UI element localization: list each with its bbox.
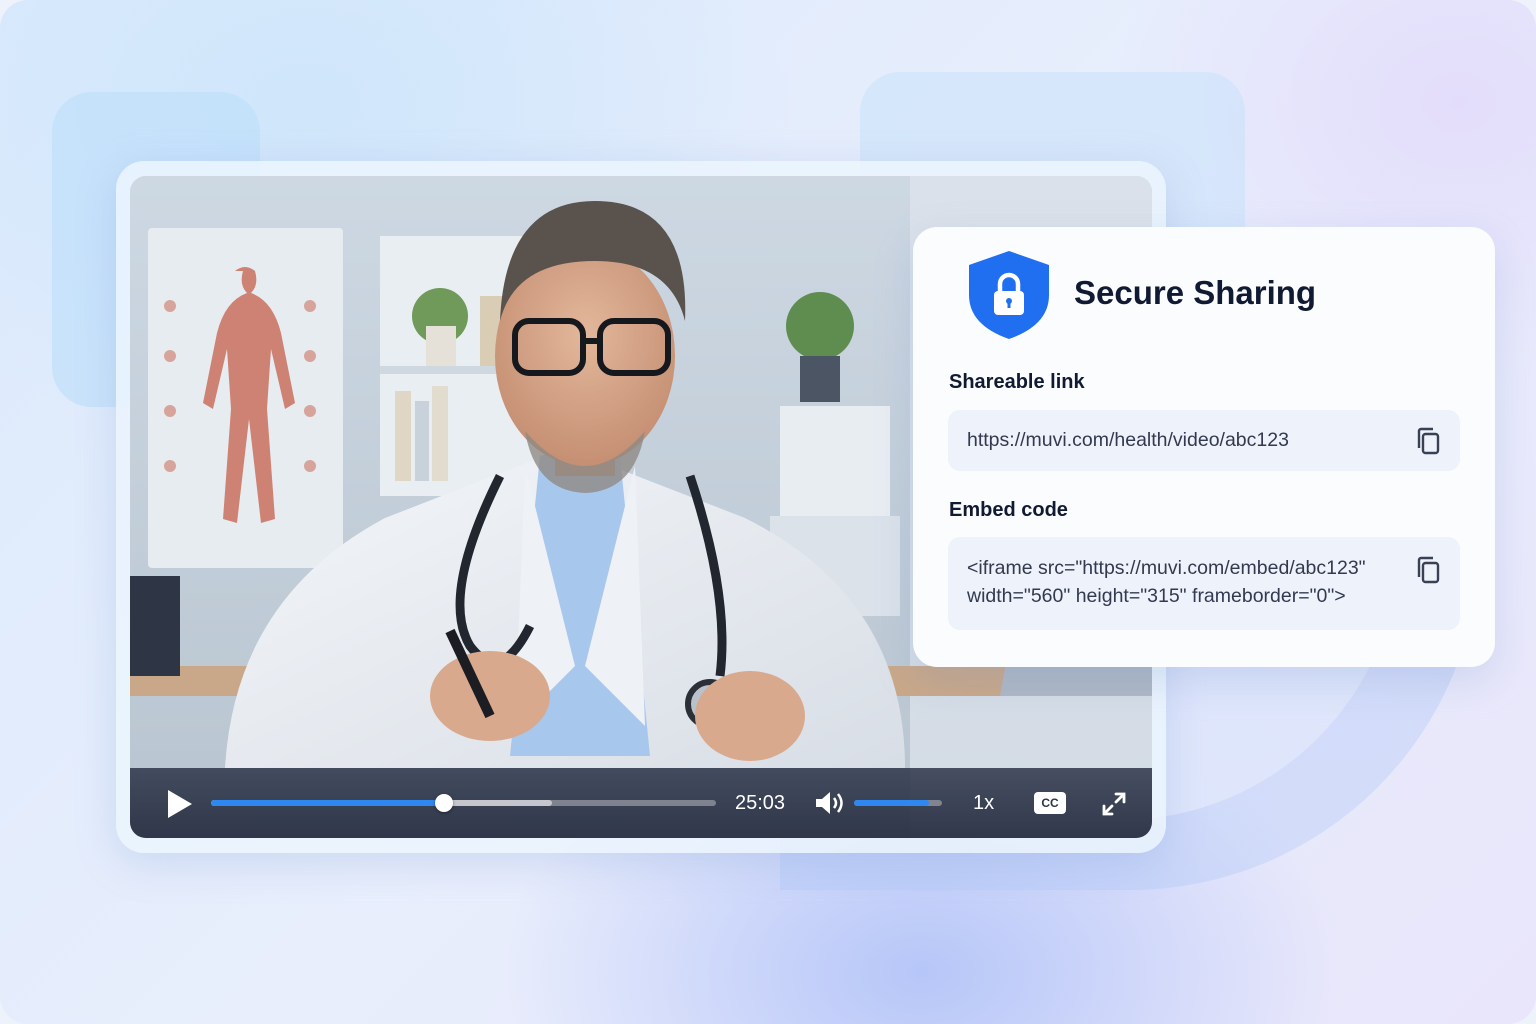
card-title: Secure Sharing	[1074, 274, 1317, 311]
volume-slider[interactable]	[854, 800, 942, 806]
captions-button[interactable]: CC	[1034, 792, 1066, 814]
secure-sharing-card: Secure Sharing Shareable link https://mu…	[913, 227, 1495, 667]
progress-played	[211, 800, 445, 806]
player-controls: 25:03 1x CC	[130, 768, 1152, 838]
shareable-link-value[interactable]: https://muvi.com/health/video/abc123	[967, 426, 1289, 454]
embed-code-line[interactable]: width="560" height="315" frameborder="0"…	[967, 582, 1346, 610]
embed-code-label: Embed code	[949, 499, 1068, 521]
progress-thumb[interactable]	[435, 794, 454, 812]
embed-code-field[interactable]: <iframe src="https://muvi.com/embed/abc1…	[948, 537, 1460, 630]
copy-embed-icon[interactable]	[1414, 555, 1442, 585]
progress-bar[interactable]	[211, 794, 716, 812]
fullscreen-icon[interactable]	[1101, 791, 1127, 817]
volume-level	[854, 800, 929, 806]
shield-lock-icon	[969, 251, 1049, 339]
play-icon[interactable]	[164, 788, 194, 820]
current-time: 25:03	[735, 792, 786, 814]
playback-speed-button[interactable]: 1x	[973, 792, 994, 815]
volume-icon[interactable]	[814, 790, 844, 816]
shareable-link-label: Shareable link	[949, 371, 1085, 393]
embed-code-line[interactable]: <iframe src="https://muvi.com/embed/abc1…	[967, 554, 1366, 582]
copy-link-icon[interactable]	[1414, 426, 1442, 456]
shareable-link-field[interactable]: https://muvi.com/health/video/abc123	[948, 410, 1460, 471]
